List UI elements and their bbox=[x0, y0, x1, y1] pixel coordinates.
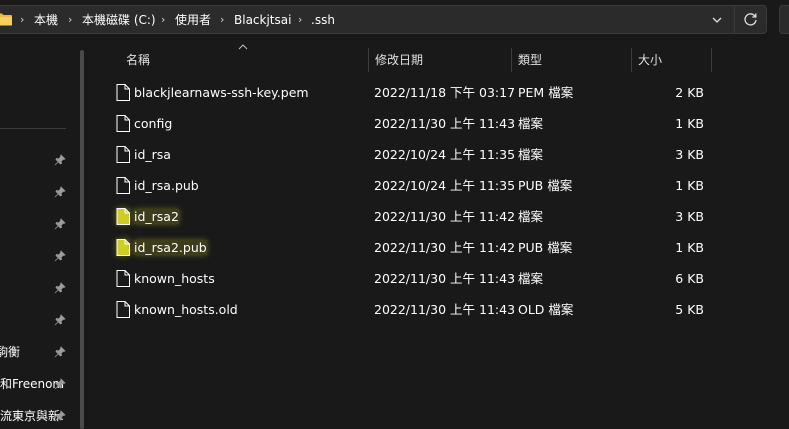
breadcrumb-user-folder[interactable]: Blackjtsai bbox=[234, 13, 291, 27]
file-row[interactable]: id_rsa.pub 2022/10/24 上午 11:35 PUB 檔案 1 … bbox=[108, 170, 712, 201]
file-date: 2022/11/30 上午 11:43 bbox=[374, 302, 516, 317]
column-header-name[interactable]: 名稱 bbox=[120, 46, 368, 74]
file-row[interactable]: known_hosts.old 2022/11/30 上午 11:43 OLD … bbox=[108, 294, 712, 325]
file-name: config bbox=[134, 116, 173, 131]
nav-scrollbar[interactable] bbox=[80, 50, 84, 429]
column-divider[interactable] bbox=[711, 48, 712, 72]
nav-item[interactable] bbox=[0, 246, 80, 266]
breadcrumb-separator: › bbox=[20, 13, 25, 26]
file-icon bbox=[116, 84, 130, 101]
file-type: 檔案 bbox=[518, 209, 544, 224]
breadcrumb-this-pc[interactable]: 本機 bbox=[34, 13, 58, 27]
file-name: blackjlearnaws-ssh-key.pem bbox=[134, 85, 309, 100]
file-name: known_hosts bbox=[134, 271, 215, 286]
file-type: PUB 檔案 bbox=[518, 240, 573, 255]
file-name: id_rsa.pub bbox=[134, 178, 199, 193]
file-icon bbox=[116, 301, 130, 318]
file-date: 2022/11/30 上午 11:42 bbox=[374, 240, 516, 255]
file-icon bbox=[116, 146, 130, 163]
file-icon bbox=[116, 239, 130, 256]
file-row[interactable]: id_rsa2 2022/11/30 上午 11:42 檔案 3 KB bbox=[108, 201, 712, 232]
chevron-down-icon[interactable] bbox=[710, 15, 724, 25]
nav-item[interactable]: 駒衡 bbox=[0, 342, 80, 362]
file-type: PUB 檔案 bbox=[518, 178, 573, 193]
nav-item[interactable]: 和Freenom bbox=[0, 374, 80, 394]
file-name: known_hosts.old bbox=[134, 302, 238, 317]
nav-item[interactable] bbox=[0, 182, 80, 202]
column-header-label: 名稱 bbox=[126, 53, 151, 67]
pin-icon bbox=[54, 186, 66, 198]
address-bar[interactable]: › 本機 › 本機磁碟 (C:) › 使用者 › Blackjtsai › .s… bbox=[0, 5, 767, 34]
file-row[interactable]: blackjlearnaws-ssh-key.pem 2022/11/18 下午… bbox=[108, 77, 712, 108]
column-header-label: 修改日期 bbox=[375, 53, 424, 67]
file-name: id_rsa bbox=[134, 147, 171, 162]
pin-icon bbox=[54, 410, 66, 422]
file-type: OLD 檔案 bbox=[518, 302, 574, 317]
breadcrumb-users[interactable]: 使用者 bbox=[175, 13, 211, 27]
file-size: 3 KB bbox=[675, 147, 704, 162]
pin-icon bbox=[54, 346, 66, 358]
file-type: 檔案 bbox=[518, 147, 544, 162]
file-size: 1 KB bbox=[675, 116, 704, 131]
file-row[interactable]: config 2022/11/30 上午 11:43 檔案 1 KB bbox=[108, 108, 712, 139]
column-header-type[interactable]: 類型 bbox=[512, 46, 631, 74]
nav-item[interactable] bbox=[0, 278, 80, 298]
nav-item[interactable] bbox=[0, 310, 80, 330]
address-divider bbox=[734, 6, 735, 33]
nav-divider bbox=[0, 128, 66, 129]
breadcrumb-separator[interactable]: › bbox=[220, 13, 224, 27]
nav-item[interactable] bbox=[0, 150, 80, 170]
column-header-label: 大小 bbox=[638, 53, 663, 67]
file-type: PEM 檔案 bbox=[518, 85, 574, 100]
refresh-icon[interactable] bbox=[743, 12, 758, 27]
pin-icon bbox=[54, 378, 66, 390]
file-icon bbox=[116, 177, 130, 194]
file-size: 3 KB bbox=[675, 209, 704, 224]
navigation-pane bbox=[0, 40, 84, 429]
breadcrumb-local-disk[interactable]: 本機磁碟 (C:) bbox=[82, 13, 156, 27]
pin-icon bbox=[54, 314, 66, 326]
file-size: 1 KB bbox=[675, 178, 704, 193]
file-icon bbox=[116, 208, 130, 225]
file-type: 檔案 bbox=[518, 116, 544, 131]
column-header-label: 類型 bbox=[518, 53, 543, 67]
file-date: 2022/11/30 上午 11:43 bbox=[374, 116, 516, 131]
pin-icon bbox=[54, 250, 66, 262]
file-row[interactable]: id_rsa 2022/10/24 上午 11:35 檔案 3 KB bbox=[108, 139, 712, 170]
column-header-date[interactable]: 修改日期 bbox=[369, 46, 511, 74]
file-size: 5 KB bbox=[675, 302, 704, 317]
file-date: 2022/11/18 下午 03:17 bbox=[374, 85, 516, 100]
file-date: 2022/10/24 上午 11:35 bbox=[374, 178, 516, 193]
breadcrumb-separator[interactable]: › bbox=[68, 13, 72, 27]
file-date: 2022/11/30 上午 11:42 bbox=[374, 209, 516, 224]
pin-icon bbox=[54, 218, 66, 230]
pin-icon bbox=[54, 154, 66, 166]
file-name-highlighted: id_rsa2 bbox=[134, 209, 179, 224]
nav-item[interactable] bbox=[0, 214, 80, 234]
breadcrumb-separator[interactable]: › bbox=[161, 13, 165, 27]
file-size: 1 KB bbox=[675, 240, 704, 255]
nav-item[interactable]: 流東京與新: bbox=[0, 406, 80, 426]
search-box[interactable] bbox=[779, 5, 789, 34]
file-name-highlighted: id_rsa2.pub bbox=[134, 240, 207, 255]
file-row[interactable]: known_hosts 2022/11/30 上午 11:43 檔案 6 KB bbox=[108, 263, 712, 294]
file-date: 2022/10/24 上午 11:35 bbox=[374, 147, 516, 162]
file-size: 2 KB bbox=[675, 85, 704, 100]
folder-icon bbox=[0, 13, 12, 26]
nav-item-label: 駒衡 bbox=[0, 345, 21, 359]
breadcrumb-ssh[interactable]: .ssh bbox=[311, 13, 335, 27]
file-date: 2022/11/30 上午 11:43 bbox=[374, 271, 516, 286]
column-header-size[interactable]: 大小 bbox=[632, 46, 711, 74]
pin-icon bbox=[54, 282, 66, 294]
file-size: 6 KB bbox=[675, 271, 704, 286]
file-icon bbox=[116, 270, 130, 287]
breadcrumb-separator[interactable]: › bbox=[298, 13, 302, 27]
file-row[interactable]: id_rsa2.pub 2022/11/30 上午 11:42 PUB 檔案 1… bbox=[108, 232, 712, 263]
file-icon bbox=[116, 115, 130, 132]
file-type: 檔案 bbox=[518, 271, 544, 286]
